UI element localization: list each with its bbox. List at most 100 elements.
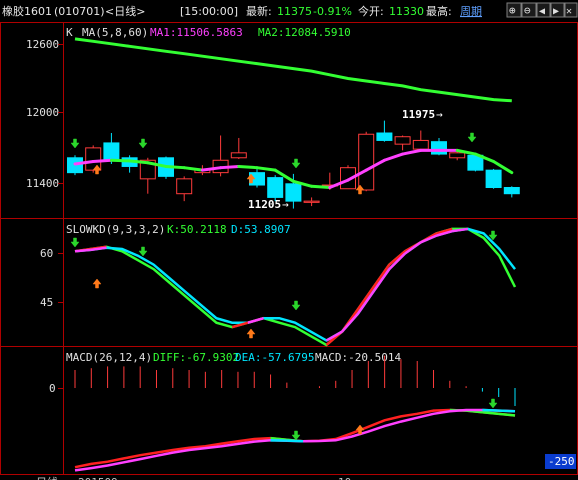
candle-body [431,141,447,155]
macd-falling-segment [498,412,516,417]
sell-arrow-icon [291,158,301,169]
ma1-segment [310,184,332,190]
candlestick-layer [67,37,520,209]
annotation-low: 11205 → [248,198,289,211]
ma1-segment [109,158,132,163]
instrument-code: (010701) [54,5,105,18]
candle-body [230,152,247,159]
candle-body [503,187,520,195]
macd-falling-segment [498,409,516,413]
candle-body [303,200,320,203]
period-label: <日线> [105,4,145,18]
footer-date-left: 201509 [78,476,118,480]
sell-arrow-icon [138,138,148,149]
annotation-low-label: 11205 [248,198,281,211]
macd-value-readout: MACD:-20.5014 [315,351,401,364]
kd-rising-segment [74,248,91,253]
buy-arrow-icon [92,278,102,289]
kd-tick-60: 60 [40,247,53,260]
sell-arrow-icon [467,132,477,143]
zoom-out-icon: ⊖ [524,4,531,17]
macd-panel-label: MACD(26,12,4) [66,351,152,364]
ma1-segment [91,158,113,163]
candle-body [358,133,375,191]
kd-d-readout: D:53.8907 [231,223,291,236]
latest-label: 最新: [246,4,272,18]
ma1-readout: MA1:11506.5863 [150,26,243,39]
ma1-segment [255,166,277,172]
candle-body [176,178,193,195]
annotation-high: 11975 → [402,108,443,121]
main-axis-ticks [58,44,63,389]
chart-stage[interactable]: 橡胶1601 (010701) <日线> [15:00:00] 最新: 1137… [0,0,578,480]
candle-body [412,139,429,150]
kd-rising-segment [356,290,375,315]
y-tick-11400: 11400 [26,177,59,190]
macd-falling-segment [482,408,499,412]
annotation-high-label: 11975 [402,108,435,121]
footer-mid: 10 [338,476,351,480]
kd-k-readout: K:50.2118 [167,223,227,236]
ma1-segment [182,166,204,172]
macd-tick-0: 0 [49,382,56,395]
kd-rising-segment [247,317,264,324]
sell-arrow-icon [291,430,301,441]
kd-rising-segment [356,286,375,311]
change-pct: -0.91% [313,5,352,18]
candle-body [103,142,120,161]
kd-panel-label: SLOWKD(9,3,3,2) [66,223,165,236]
buy-arrow-icon [246,328,256,339]
kd-tick-45: 45 [40,296,53,309]
kd-rising-segment [372,268,391,293]
candle-body [376,132,393,141]
candle-body [485,169,502,189]
ma1-segment [164,164,186,170]
macd-falling-segment [482,410,499,416]
ma1-segment [219,164,241,170]
macd-diff-readout: DIFF:-67.9302 [153,351,239,364]
main-panel-label: K [66,26,73,39]
kd-series-k [74,227,517,347]
arrow-left-icon: ◀ [539,6,545,17]
macd-dea-readout: DEA:-57.6795 [235,351,314,364]
signal-markers [70,132,498,441]
close-icon: ✕ [566,6,572,17]
instrument-name: 橡胶1601 [2,4,52,18]
ma1-segment [401,148,423,156]
arrow-right-icon: → [436,108,443,121]
ma1-segment [237,164,259,170]
ma-params-label: MA(5,8,60) [82,26,148,39]
kd-rising-segment [372,263,391,288]
arrow-right-icon: ▶ [553,6,559,17]
high-label: 最高: [426,4,452,18]
kd-layer [74,227,517,347]
macd-layer [74,355,516,472]
ma1-segment [382,152,405,162]
open-label: 今开: [358,4,384,18]
sell-arrow-icon [138,246,148,257]
sell-arrow-icon [70,237,80,248]
weekly-button[interactable]: 周期 [460,5,482,18]
zoom-in-icon: ⊕ [509,4,516,17]
sell-arrow-icon [70,138,80,149]
time-label: [15:00:00] [180,5,238,18]
y-tick-12600: 12600 [26,38,59,51]
y-tick-12000: 12000 [26,106,59,119]
sell-arrow-icon [291,300,301,311]
ma1-segment [128,159,150,165]
kd-rising-segment [404,241,422,255]
kd-series-d [74,227,516,342]
candle-body [394,136,411,145]
nav-buttons: ⊕ ⊖ ◀ ▶ ✕ [506,2,578,18]
candle-body [267,177,284,198]
ma2-line [74,37,512,103]
latest-value: 11375 [277,5,312,18]
kd-rising-segment [341,312,359,333]
candle-body [449,152,466,159]
sell-arrow-icon [488,398,498,409]
macd-falling-segment [286,439,304,443]
macd-scale-badge-text: -250 [548,455,575,468]
ma2-readout: MA2:12084.5910 [258,26,351,39]
candle-body [285,183,302,202]
open-value: 11330 [389,5,424,18]
